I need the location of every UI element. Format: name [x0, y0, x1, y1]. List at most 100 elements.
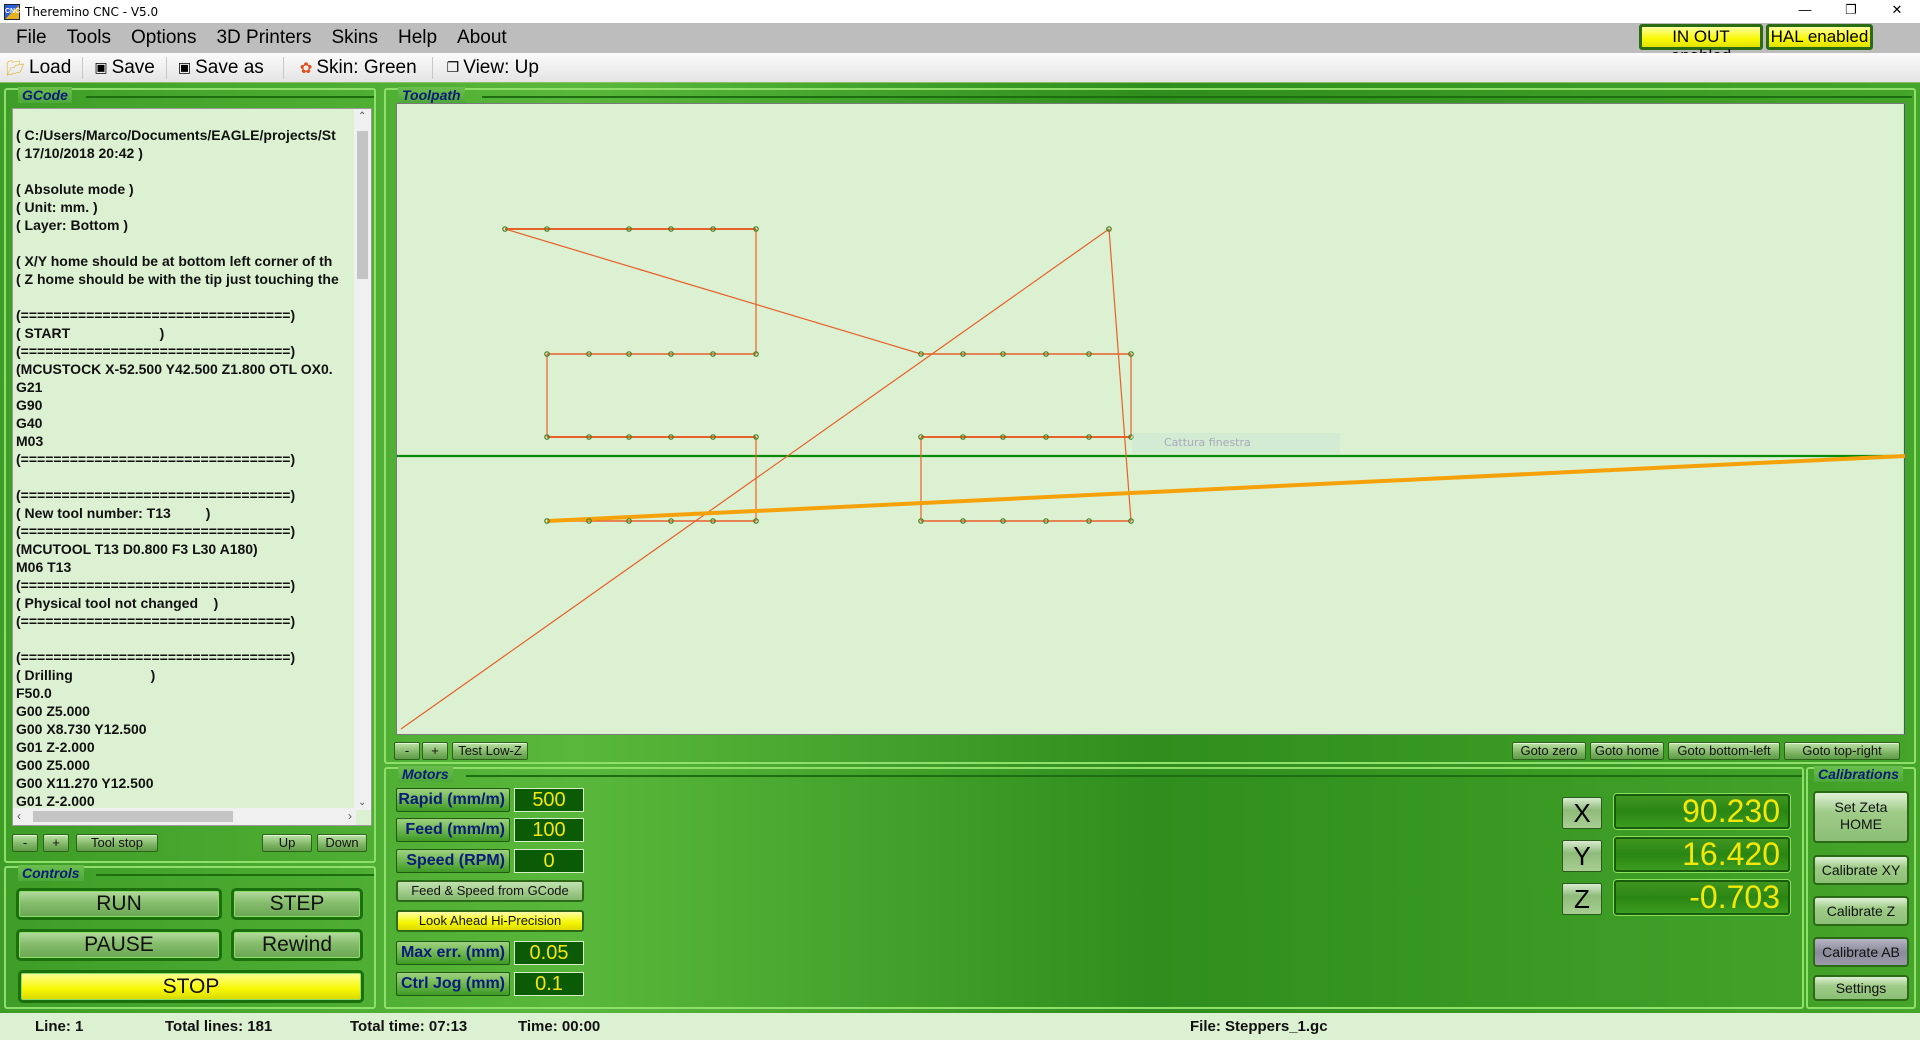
calibrate-ab-button[interactable]: Calibrate AB [1813, 937, 1909, 967]
gcode-line[interactable] [16, 630, 352, 648]
feed-speed-from-gcode-toggle[interactable]: Feed & Speed from GCode [396, 880, 584, 902]
menu-skins[interactable]: Skins [322, 27, 388, 49]
gcode-line[interactable]: (=================================) [16, 450, 352, 468]
gcode-line[interactable]: ( X/Y home should be at bottom left corn… [16, 252, 352, 270]
gcode-text[interactable]: ( C:/Users/Marco/Documents/EAGLE/project… [16, 126, 352, 810]
gcode-line[interactable]: (=================================) [16, 576, 352, 594]
scroll-right-icon[interactable]: › [348, 809, 352, 823]
gcode-line[interactable]: (=================================) [16, 342, 352, 360]
settings-button[interactable]: Settings [1813, 975, 1909, 1001]
gcode-line[interactable]: G00 Z5.000 [16, 756, 352, 774]
save-as-button[interactable]: ▣ Save as [171, 57, 271, 79]
gcode-line[interactable]: ( START ) [16, 324, 352, 342]
gcode-line[interactable]: ( Physical tool not changed ) [16, 594, 352, 612]
goto-top-right-button[interactable]: Goto top-right [1784, 742, 1900, 760]
gcode-line[interactable] [16, 234, 352, 252]
gcode-line[interactable]: ( Absolute mode ) [16, 180, 352, 198]
gcode-line[interactable] [16, 288, 352, 306]
gcode-line[interactable]: G40 [16, 414, 352, 432]
look-ahead-hi-precision-toggle[interactable]: Look Ahead Hi-Precision [396, 910, 584, 932]
gcode-line[interactable]: (=================================) [16, 522, 352, 540]
gcode-font-larger-button[interactable]: + [43, 834, 69, 852]
gcode-line[interactable]: M06 T13 [16, 558, 352, 576]
gcode-vertical-scrollbar[interactable]: ⌃ ⌄ [354, 109, 371, 810]
rewind-button[interactable]: Rewind [231, 929, 363, 961]
load-button[interactable]: 📂︎ Load [0, 57, 78, 79]
gcode-line[interactable]: G21 [16, 378, 352, 396]
rapid-input[interactable]: 500 [514, 788, 584, 812]
stop-button[interactable]: STOP [18, 970, 364, 1003]
menu-3d-printers[interactable]: 3D Printers [206, 27, 321, 49]
gcode-vertical-scroll-thumb[interactable] [357, 131, 368, 279]
gcode-down-button[interactable]: Down [317, 834, 367, 852]
gcode-line[interactable]: (MCUTOOL T13 D0.800 F3 L30 A180) [16, 540, 352, 558]
minimize-button[interactable]: — [1782, 0, 1828, 20]
gcode-line[interactable]: ( Layer: Bottom ) [16, 216, 352, 234]
menu-file[interactable]: File [6, 27, 57, 49]
axis-x-position[interactable]: 90.230 [1614, 794, 1790, 829]
save-button[interactable]: ▣ Save [87, 57, 162, 79]
gcode-line[interactable]: ( Unit: mm. ) [16, 198, 352, 216]
menu-help[interactable]: Help [388, 27, 447, 49]
gcode-line[interactable]: (=================================) [16, 486, 352, 504]
gcode-editor[interactable]: ( C:/Users/Marco/Documents/EAGLE/project… [12, 108, 372, 826]
gcode-line[interactable]: M03 [16, 432, 352, 450]
skin-button[interactable]: ✿ Skin: Green [288, 57, 424, 79]
axis-z-button[interactable]: Z [1562, 883, 1602, 915]
gcode-line[interactable]: G90 [16, 396, 352, 414]
ctrl-jog-input[interactable]: 0.1 [514, 972, 584, 996]
test-low-z-button[interactable]: Test Low-Z [452, 742, 528, 760]
gcode-horizontal-scrollbar[interactable]: ‹ › [13, 808, 356, 825]
scroll-down-icon[interactable]: ⌄ [358, 797, 366, 808]
calibrate-xy-button[interactable]: Calibrate XY [1813, 855, 1909, 885]
gcode-line[interactable]: G00 X8.730 Y12.500 [16, 720, 352, 738]
gcode-line[interactable]: (=================================) [16, 648, 352, 666]
set-zeta-home-button[interactable]: Set Zeta HOME [1813, 791, 1909, 843]
close-button[interactable]: ✕ [1874, 0, 1920, 20]
axis-z-position[interactable]: -0.703 [1614, 880, 1790, 915]
menu-tools[interactable]: Tools [57, 27, 121, 49]
axis-x-button[interactable]: X [1562, 797, 1602, 829]
run-button[interactable]: RUN [16, 888, 222, 920]
menu-options[interactable]: Options [121, 27, 206, 49]
in-out-enabled-button[interactable]: IN OUT enabled [1639, 24, 1763, 65]
view-button[interactable]: ❐ View: Up [437, 57, 546, 79]
axis-y-button[interactable]: Y [1562, 840, 1602, 872]
feed-input[interactable]: 100 [514, 818, 584, 842]
axis-y-position[interactable]: 16.420 [1614, 837, 1790, 872]
scroll-left-icon[interactable]: ‹ [17, 809, 21, 823]
max-err-input[interactable]: 0.05 [514, 941, 584, 965]
goto-zero-button[interactable]: Goto zero [1512, 742, 1586, 760]
zoom-out-button[interactable]: - [394, 742, 420, 760]
gcode-line[interactable]: G01 Z-2.000 [16, 738, 352, 756]
restore-button[interactable]: ❐ [1828, 0, 1874, 20]
step-button[interactable]: STEP [231, 888, 363, 920]
gcode-line[interactable]: ( 17/10/2018 20:42 ) [16, 144, 352, 162]
gcode-line[interactable]: ( C:/Users/Marco/Documents/EAGLE/project… [16, 126, 352, 144]
gcode-line[interactable] [16, 468, 352, 486]
gcode-up-button[interactable]: Up [262, 834, 312, 852]
gcode-horizontal-scroll-thumb[interactable] [33, 811, 233, 822]
gcode-line[interactable] [16, 162, 352, 180]
gcode-line[interactable]: ( New tool number: T13 ) [16, 504, 352, 522]
speed-input[interactable]: 0 [514, 849, 584, 873]
toolpath-canvas[interactable] [396, 103, 1906, 735]
hal-enabled-button[interactable]: HAL enabled [1766, 24, 1873, 50]
gcode-font-smaller-button[interactable]: - [12, 834, 38, 852]
gcode-line[interactable]: ( Drilling ) [16, 666, 352, 684]
menu-about[interactable]: About [447, 27, 517, 49]
gcode-line[interactable]: (=================================) [16, 612, 352, 630]
scroll-up-icon[interactable]: ⌃ [358, 111, 366, 122]
gcode-line[interactable]: ( Z home should be with the tip just tou… [16, 270, 352, 288]
gcode-line[interactable]: (=================================) [16, 306, 352, 324]
gcode-line[interactable]: (MCUSTOCK X-52.500 Y42.500 Z1.800 OTL OX… [16, 360, 352, 378]
goto-bottom-left-button[interactable]: Goto bottom-left [1668, 742, 1780, 760]
gcode-line[interactable]: G00 X11.270 Y12.500 [16, 774, 352, 792]
tool-stop-button[interactable]: Tool stop [76, 834, 158, 852]
gcode-line[interactable]: G00 Z5.000 [16, 702, 352, 720]
pause-button[interactable]: PAUSE [16, 929, 222, 961]
gcode-line[interactable]: F50.0 [16, 684, 352, 702]
goto-home-button[interactable]: Goto home [1590, 742, 1664, 760]
zoom-in-button[interactable]: + [422, 742, 448, 760]
calibrate-z-button[interactable]: Calibrate Z [1813, 896, 1909, 926]
